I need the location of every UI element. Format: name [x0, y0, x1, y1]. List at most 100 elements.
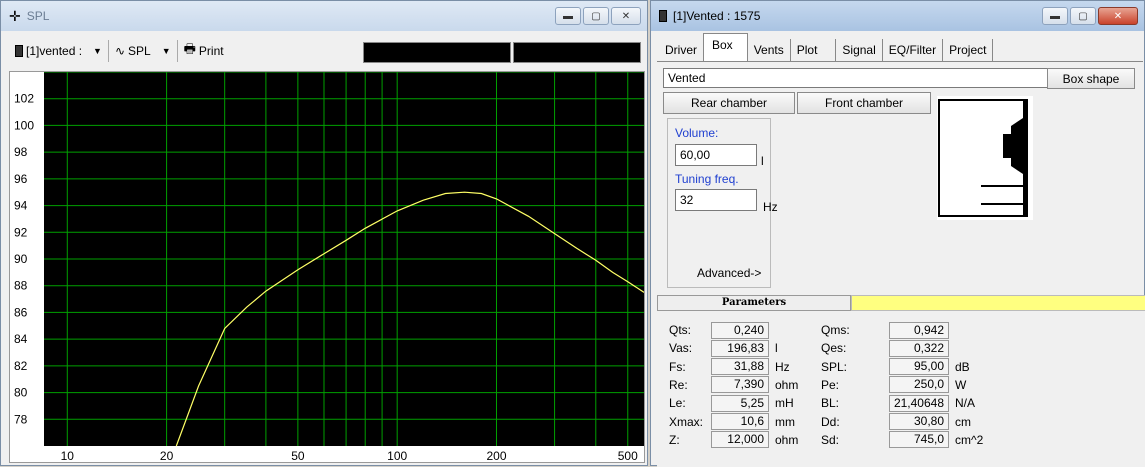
param-row: Sd: 745,0 cm^2: [821, 431, 983, 449]
box-diagram-svg: [938, 99, 1028, 217]
param-unit: N/A: [955, 396, 976, 411]
speaker-icon: [15, 45, 23, 57]
param-label: Fs:: [669, 359, 686, 374]
y-tick-label: 84: [14, 332, 28, 346]
parameters-header-label: Parameters: [721, 297, 787, 308]
tab-plot[interactable]: Plot: [791, 39, 837, 61]
tab-eq-filter[interactable]: EQ/Filter: [883, 39, 944, 61]
param-value: 12,000: [711, 431, 769, 449]
param-row: Fs: 31,88 Hz: [669, 358, 790, 376]
tab-signal[interactable]: Signal: [836, 39, 883, 61]
readout-box-1: [363, 42, 511, 63]
rear-chamber-button[interactable]: Rear chamber: [663, 92, 795, 114]
maximize-button[interactable]: ▢: [1070, 7, 1096, 25]
volume-input[interactable]: 60,00: [675, 144, 757, 166]
param-value: 0,240: [711, 321, 769, 339]
tuning-label: Tuning freq.: [675, 172, 739, 186]
chevron-down-icon: ▼: [93, 46, 102, 56]
param-label: Sd:: [821, 432, 840, 447]
param-unit: mm: [775, 414, 795, 429]
param-value: 0,942: [889, 321, 949, 339]
param-row: Vas: 196,83 l: [669, 339, 778, 357]
tuning-input[interactable]: 32: [675, 189, 757, 211]
param-value: 196,83: [711, 339, 769, 357]
tab-driver[interactable]: Driver: [659, 39, 703, 61]
parameters-header-bar: [851, 295, 1145, 311]
close-button[interactable]: ✕: [1098, 7, 1138, 25]
x-tick-label: 20: [160, 449, 174, 462]
param-value: 95,00: [889, 358, 949, 376]
tab-vents[interactable]: Vents: [748, 39, 791, 61]
param-value: 10,6: [711, 413, 769, 430]
param-label: Qms:: [821, 323, 850, 337]
param-label: Qes:: [821, 341, 847, 356]
param-row: Qms: 0,942: [821, 321, 955, 339]
param-value: 5,25: [711, 394, 769, 412]
print-label: Print: [198, 44, 224, 58]
x-tick-label: 100: [387, 449, 407, 462]
parameters-panel: Parameters Qts: 0,240 Vas: 196,83 l Fs: 31,88 H…: [657, 295, 1145, 467]
param-label: Pe:: [821, 377, 840, 392]
box-tab-panel: Vented Box shape Rear chamber Front cham…: [657, 61, 1143, 293]
param-label: Vas:: [669, 341, 693, 356]
param-value: 31,88: [711, 358, 769, 376]
y-tick-label: 86: [14, 305, 28, 319]
y-tick-label: 98: [14, 145, 28, 159]
curve-icon: ∿: [114, 44, 126, 58]
spl-titlebar[interactable]: ✛ SPL ▬ ▢ ✕: [1, 1, 647, 31]
param-unit: l: [775, 341, 778, 356]
y-tick-label: 88: [14, 279, 28, 293]
spl-toolbar: [1]vented : ▼ ∿ SPL ▼ 🖶 Print: [9, 39, 230, 63]
param-value: 7,390: [711, 376, 769, 394]
param-label: Xmax:: [669, 414, 704, 429]
tab-box[interactable]: Box: [703, 33, 748, 61]
param-value: 0,322: [889, 339, 949, 357]
y-tick-label: 100: [14, 118, 34, 132]
vented-window: [1]Vented : 1575 ▬ ▢ ✕ Driver Box Vents …: [650, 0, 1145, 467]
close-button[interactable]: ✕: [611, 7, 641, 25]
param-row: BL: 21,40648 N/A: [821, 394, 975, 412]
param-unit: mH: [775, 396, 794, 411]
tab-project[interactable]: Project: [943, 39, 994, 61]
param-unit: cm: [955, 414, 971, 429]
param-row: Xmax: 10,6 mm: [669, 413, 795, 431]
y-tick-label: 78: [14, 412, 28, 426]
spl-window-title: SPL: [26, 9, 50, 23]
param-unit: ohm: [775, 377, 799, 392]
speaker-icon: [659, 10, 667, 22]
project-select[interactable]: [1]vented : ▼: [9, 40, 109, 62]
volume-label: Volume:: [675, 126, 719, 140]
spl-chart-svg: 78 80 82 84 86 88 90 92 94 96 98 100 102 10 20 50 100 200…: [14, 72, 644, 462]
readout-box-2: [513, 42, 641, 63]
box-type-field[interactable]: Vented: [663, 68, 1049, 88]
curve-select[interactable]: ∿ SPL ▼: [109, 40, 178, 62]
param-unit: dB: [955, 359, 970, 374]
front-chamber-button[interactable]: Front chamber: [797, 92, 931, 114]
param-row: Qes: 0,322: [821, 339, 955, 357]
print-button[interactable]: 🖶 Print: [178, 40, 230, 62]
param-label: BL:: [821, 396, 840, 411]
param-row: Qts: 0,240: [669, 321, 775, 339]
box-front-baffle: [1023, 100, 1027, 216]
param-label: Re:: [669, 377, 688, 392]
param-label: Qts:: [669, 323, 692, 337]
box-shape-button[interactable]: Box shape: [1047, 68, 1135, 89]
param-value: 21,40648: [889, 394, 949, 412]
vented-titlebar[interactable]: [1]Vented : 1575 ▬ ▢ ✕: [651, 1, 1144, 31]
param-value: 745,0: [889, 431, 949, 449]
param-row: Pe: 250,0 W: [821, 376, 966, 394]
advanced-link[interactable]: Advanced->: [697, 266, 761, 280]
spl-chart[interactable]: 78 80 82 84 86 88 90 92 94 96 98 100 102 10 20 50 100 200…: [9, 71, 645, 463]
param-label: SPL:: [821, 359, 848, 374]
tab-bar: Driver Box Vents Plot Signal EQ/Filter P…: [659, 33, 994, 61]
param-row: Z: 12,000 ohm: [669, 431, 798, 449]
param-label: Z:: [669, 432, 680, 447]
param-unit: Hz: [775, 359, 790, 374]
parameters-header: Parameters: [657, 295, 851, 311]
minimize-button[interactable]: ▬: [555, 7, 581, 25]
param-label: Le:: [669, 396, 686, 411]
param-unit: ohm: [775, 432, 799, 447]
maximize-button[interactable]: ▢: [583, 7, 609, 25]
minimize-button[interactable]: ▬: [1042, 7, 1068, 25]
y-tick-label: 92: [14, 225, 28, 239]
